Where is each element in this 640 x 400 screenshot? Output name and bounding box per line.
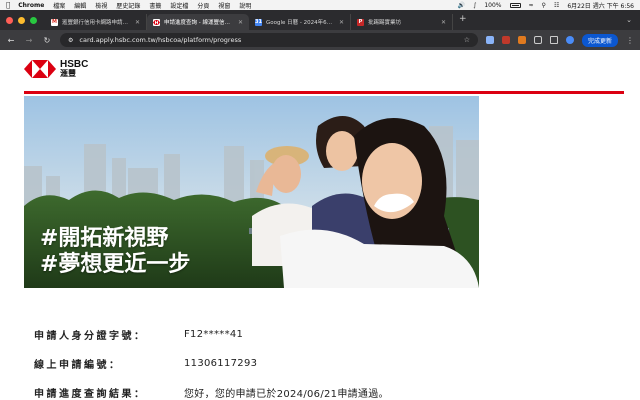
tab-progress[interactable]: 申請進度查詢 - 線運豐信用卡申 ✕ xyxy=(147,14,249,30)
logo-name-zh: 滙豐 xyxy=(60,69,76,78)
tab-strip: M 滙豐銀行信用卡網路申請書 - h ✕ 申請進度查詢 - 線運豐信用卡申 ✕ … xyxy=(0,10,640,30)
banner-line-1: #開拓新視野 xyxy=(40,226,169,251)
battery-icon[interactable] xyxy=(509,2,521,8)
browser-window: M 滙豐銀行信用卡網路申請書 - h ✕ 申請進度查詢 - 線運豐信用卡申 ✕ … xyxy=(0,10,640,400)
gmail-icon: M xyxy=(51,18,58,26)
extension-icon[interactable] xyxy=(485,36,494,44)
status-area: 🔊 ∫ 100% ≈ ⚲ ☷ 6月22日 週六 下午 6:56 xyxy=(458,1,634,10)
tab-search-chevron-icon[interactable]: ⌄ xyxy=(626,16,632,24)
volume-icon[interactable]: 🔊 xyxy=(458,2,465,9)
menu-app-name[interactable]: Chrome xyxy=(18,2,44,9)
banner-line-2: #夢想更近一步 xyxy=(40,252,191,277)
menu-edit[interactable]: 編輯 xyxy=(74,1,86,10)
application-status-details: 申請人身分證字號： F12*****41 線上申請編號： 11306117293… xyxy=(34,320,594,400)
back-button[interactable]: ← xyxy=(6,36,16,45)
menu-file[interactable]: 檔案 xyxy=(53,1,65,10)
menu-view[interactable]: 檢視 xyxy=(95,1,107,10)
tab-gmail[interactable]: M 滙豐銀行信用卡網路申請書 - h ✕ xyxy=(45,14,147,30)
url-text[interactable]: card.apply.hsbc.com.tw/hsbcoa/platform/p… xyxy=(79,36,241,44)
calendar-icon: 31 xyxy=(255,18,262,26)
header-divider xyxy=(24,91,624,94)
hsbc-icon xyxy=(153,18,160,26)
more-menu-icon[interactable]: ⋮ xyxy=(626,36,634,45)
close-window-button[interactable] xyxy=(6,16,13,24)
close-tab-icon[interactable]: ✕ xyxy=(135,19,140,26)
macos-menubar:  Chrome 檔案 編輯 檢視 歷史記錄 書籤 設定檔 分頁 視窗 說明 🔊… xyxy=(0,0,640,10)
promo-banner: #開拓新視野 #夢想更近一步 xyxy=(24,96,479,288)
logo-name-en: HSBC xyxy=(60,59,89,70)
address-bar[interactable]: ⚙ card.apply.hsbc.com.tw/hsbcoa/platform… xyxy=(60,33,478,47)
tab-title: 滙豐銀行信用卡網路申請書 - h xyxy=(62,20,131,26)
id-number-label: 申請人身分證字號： xyxy=(34,331,147,342)
profile-avatar[interactable] xyxy=(565,36,574,44)
close-tab-icon[interactable]: ✕ xyxy=(238,19,243,26)
extensions-puzzle-icon[interactable] xyxy=(533,36,542,44)
menu-help[interactable]: 說明 xyxy=(239,1,251,10)
tab-title: 批踢踢實業坊 xyxy=(368,20,402,26)
extension-icon[interactable] xyxy=(517,36,526,44)
page-content: HSBC 滙豐 #開拓新視野 #夢想更近一步 申請人身分證字號： F12****… xyxy=(0,50,640,400)
close-tab-icon[interactable]: ✕ xyxy=(441,19,446,26)
tab-ptt[interactable]: P 批踢踢實業坊 ✕ xyxy=(351,14,453,30)
tab-title: 申請進度查詢 - 線運豐信用卡申 xyxy=(164,20,234,26)
control-center-icon[interactable]: ☷ xyxy=(554,2,559,9)
window-controls xyxy=(6,16,37,24)
menu-history[interactable]: 歷史記錄 xyxy=(116,1,140,10)
site-info-icon[interactable]: ⚙ xyxy=(68,37,73,44)
detail-row-id-number: 申請人身分證字號： F12*****41 xyxy=(34,320,594,349)
logo-wordmark: HSBC 滙豐 xyxy=(60,59,89,79)
application-number-value: 11306117293 xyxy=(184,358,258,369)
menu-bookmarks[interactable]: 書籤 xyxy=(149,1,161,10)
progress-result-label: 申請進度查詢結果： xyxy=(34,389,147,400)
reload-button[interactable]: ↻ xyxy=(42,36,52,45)
extension-icon[interactable] xyxy=(501,36,510,44)
menu-window[interactable]: 視窗 xyxy=(218,1,230,10)
update-button[interactable]: 完成更新 xyxy=(581,33,618,47)
hsbc-logo[interactable]: HSBC 滙豐 xyxy=(24,60,88,78)
search-icon[interactable]: ⚲ xyxy=(542,2,546,9)
bluetooth-icon[interactable]: ∫ xyxy=(473,2,476,9)
banner-slogan: #開拓新視野 #夢想更近一步 xyxy=(40,226,190,278)
forward-button[interactable]: → xyxy=(24,36,34,45)
site-header: HSBC 滙豐 xyxy=(0,50,640,98)
tab-calendar[interactable]: 31 Google 日曆 - 2024年6月17日 ✕ xyxy=(249,14,351,30)
clock[interactable]: 6月22日 週六 下午 6:56 xyxy=(567,1,634,10)
close-tab-icon[interactable]: ✕ xyxy=(339,19,344,26)
detail-row-application-number: 線上申請編號： 11306117293 xyxy=(34,349,594,378)
hsbc-hexagon-icon xyxy=(24,60,56,78)
ptt-icon: P xyxy=(357,18,364,26)
detail-row-progress-result: 申請進度查詢結果： 您好，您的申請已於2024/06/21申請通過。 xyxy=(34,378,594,400)
reading-list-icon[interactable] xyxy=(549,36,558,44)
menu-tab[interactable]: 分頁 xyxy=(197,1,209,10)
browser-toolbar: ← → ↻ ⚙ card.apply.hsbc.com.tw/hsbcoa/pl… xyxy=(0,30,640,50)
progress-result-value: 您好，您的申請已於2024/06/21申請通過。 xyxy=(184,389,389,400)
bookmark-star-icon[interactable]: ☆ xyxy=(464,36,470,44)
apple-icon[interactable]:  xyxy=(6,1,10,9)
battery-percent: 100% xyxy=(484,1,502,9)
maximize-window-button[interactable] xyxy=(30,16,37,24)
minimize-window-button[interactable] xyxy=(18,16,25,24)
menu-profiles[interactable]: 設定檔 xyxy=(170,1,188,10)
tab-title: Google 日曆 - 2024年6月17日 xyxy=(266,20,335,26)
wifi-icon[interactable]: ≈ xyxy=(529,2,534,9)
new-tab-button[interactable]: + xyxy=(453,14,473,27)
application-number-label: 線上申請編號： xyxy=(34,360,122,371)
id-number-value: F12*****41 xyxy=(184,329,244,340)
